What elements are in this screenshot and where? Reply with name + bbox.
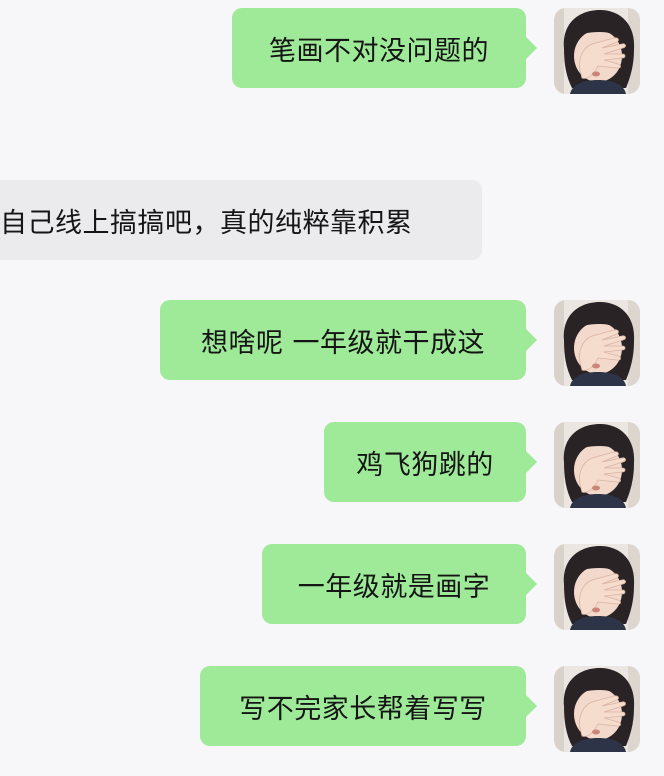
user-avatar[interactable]: [554, 422, 640, 508]
chat-bubble-incoming[interactable]: 自己线上搞搞吧，真的纯粹靠积累: [0, 180, 482, 260]
child-face-palm-avatar-icon: [554, 544, 640, 630]
child-face-palm-avatar-icon: [554, 300, 640, 386]
message-text: 自己线上搞搞吧，真的纯粹靠积累: [0, 207, 413, 239]
user-avatar[interactable]: [554, 666, 640, 752]
chat-bubble-outgoing[interactable]: 笔画不对没问题的: [232, 8, 537, 88]
child-face-palm-avatar-icon: [554, 422, 640, 508]
chat-bubble-outgoing[interactable]: 写不完家长帮着写写: [200, 666, 537, 746]
child-face-palm-avatar-icon: [554, 666, 640, 752]
user-avatar[interactable]: [554, 8, 640, 94]
chat-bubble-outgoing[interactable]: 想啥呢 一年级就干成这: [160, 300, 537, 380]
message-text: 一年级就是画字: [297, 571, 491, 603]
child-face-palm-avatar-icon: [554, 8, 640, 94]
user-avatar[interactable]: [554, 300, 640, 386]
user-avatar[interactable]: [554, 544, 640, 630]
chat-message-list[interactable]: 笔画不对没问题的 自己线上搞搞吧，真的纯粹靠积累 想啥呢 一年级就干成这 鸡飞狗…: [0, 0, 664, 776]
chat-bubble-outgoing[interactable]: 一年级就是画字: [262, 544, 537, 624]
message-text: 写不完家长帮着写写: [239, 693, 487, 725]
message-text: 笔画不对没问题的: [269, 35, 489, 67]
message-text: 鸡飞狗跳的: [356, 449, 494, 481]
message-text: 想啥呢 一年级就干成这: [200, 327, 486, 359]
chat-bubble-outgoing[interactable]: 鸡飞狗跳的: [324, 422, 537, 502]
